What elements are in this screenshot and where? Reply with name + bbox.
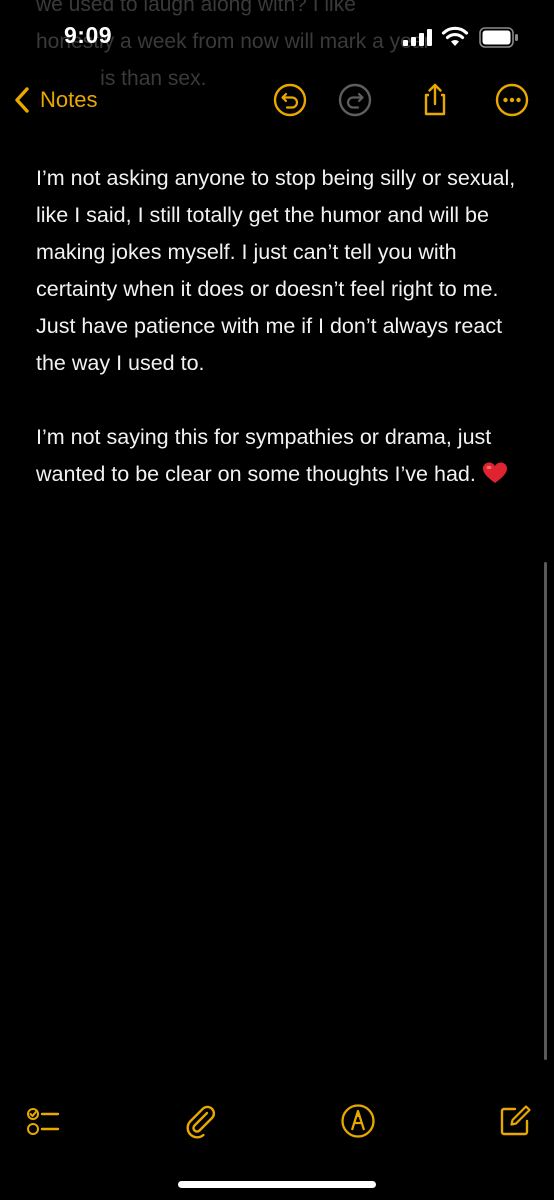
wifi-icon [441, 26, 469, 46]
paperclip-icon [186, 1105, 216, 1139]
undo-icon [273, 83, 307, 117]
battery-icon [479, 27, 518, 48]
chevron-left-icon [15, 87, 29, 113]
heart-emoji-icon [482, 462, 507, 483]
undo-button[interactable] [273, 83, 307, 117]
ellipsis-circle-icon [495, 83, 529, 117]
markup-pen-icon [341, 1104, 375, 1138]
status-time: 9:09 [64, 22, 113, 48]
note-paragraph: I’m not asking anyone to stop being sill… [36, 166, 516, 375]
attachment-button[interactable] [183, 1103, 219, 1139]
home-indicator[interactable] [178, 1181, 376, 1188]
note-editor[interactable]: I’m not asking anyone to stop being sill… [36, 160, 526, 530]
markup-button[interactable] [340, 1103, 376, 1139]
redo-button[interactable] [338, 83, 372, 117]
cellular-signal-icon [403, 29, 432, 46]
checklist-button[interactable] [25, 1103, 61, 1139]
notes-screen: we used to laugh along with? I like hone… [0, 0, 554, 1200]
back-label: Notes [40, 87, 98, 112]
back-button[interactable]: Notes [12, 82, 97, 118]
bottom-toolbar [0, 1098, 554, 1148]
note-paragraph: I’m not saying this for sympathies or dr… [36, 419, 526, 493]
note-paragraph-text: I’m not saying this for sympathies or dr… [36, 425, 492, 486]
navigation-bar: Notes [0, 72, 554, 128]
checklist-icon [27, 1108, 60, 1135]
scroll-indicator[interactable] [544, 562, 547, 1060]
more-options-button[interactable] [495, 83, 529, 117]
share-button[interactable] [418, 83, 452, 117]
compose-button[interactable] [497, 1103, 533, 1139]
redo-icon [338, 83, 372, 117]
share-icon [424, 83, 446, 116]
compose-icon [500, 1105, 531, 1136]
status-bar: 9:09 [0, 0, 554, 72]
